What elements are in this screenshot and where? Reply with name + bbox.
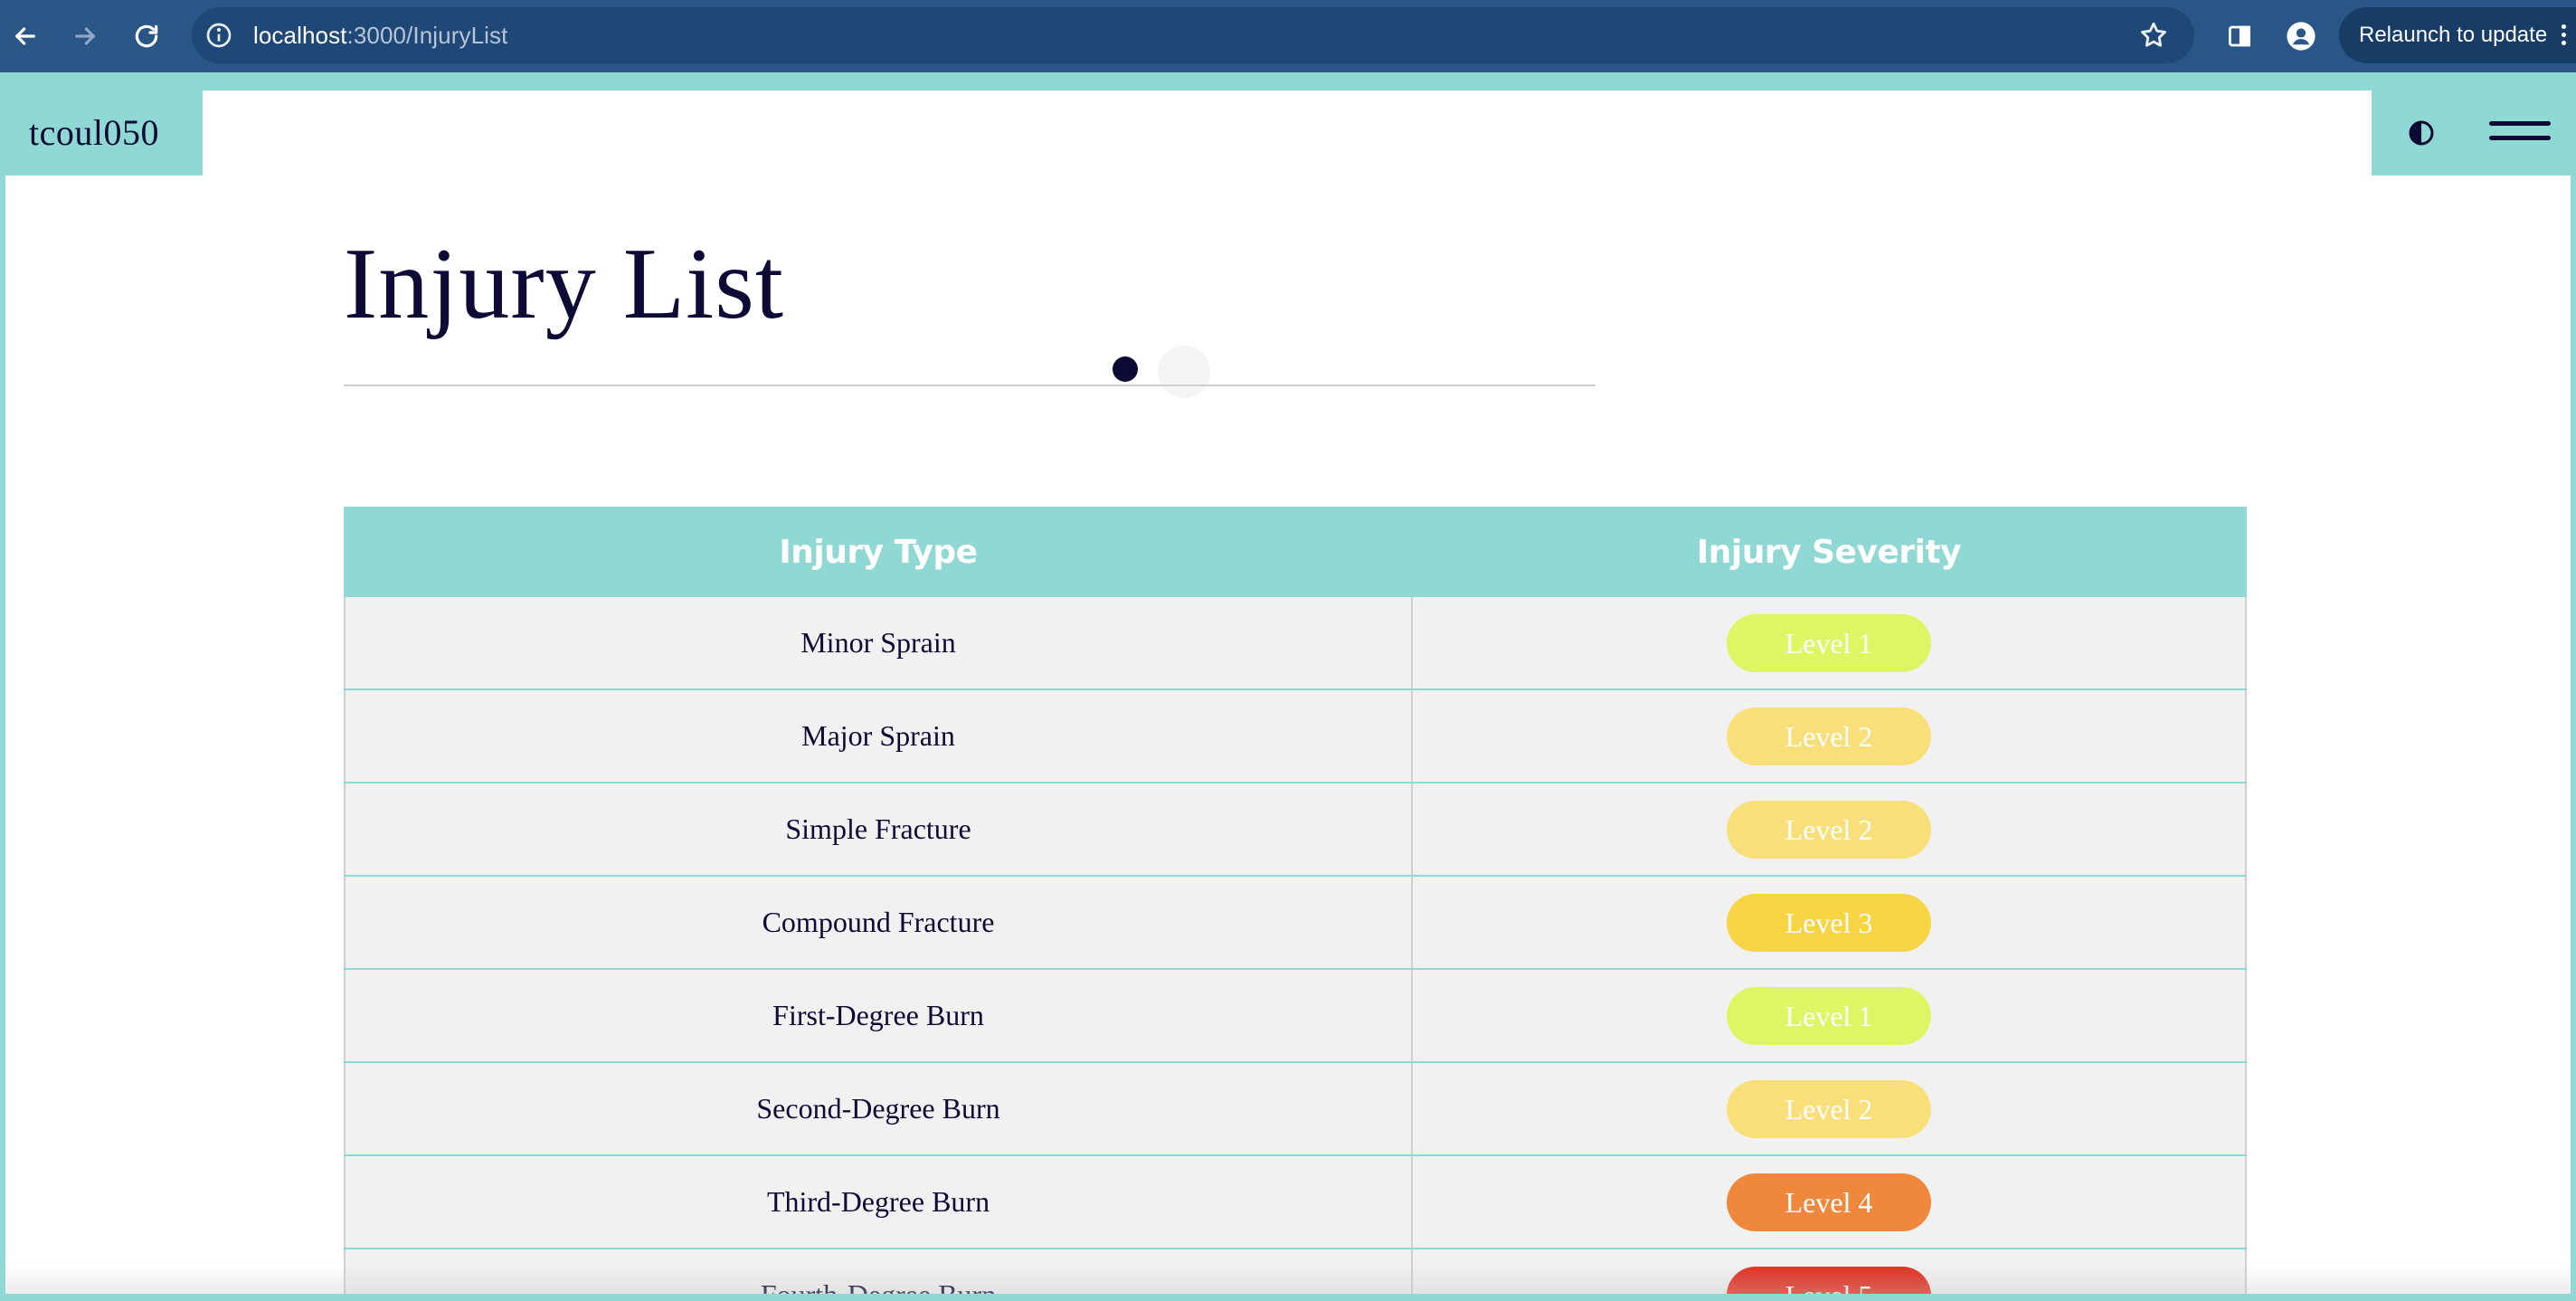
table-row[interactable]: Major Sprain Level 2: [344, 689, 2247, 783]
injury-severity-cell: Level 3: [1411, 876, 2247, 970]
header-controls: [2372, 90, 2571, 176]
hamburger-menu-icon[interactable]: [2489, 121, 2551, 145]
side-panel-icon[interactable]: [2220, 16, 2259, 56]
injury-type-cell: First-Degree Burn: [344, 969, 1413, 1063]
severity-badge: Level 4: [1727, 1173, 1931, 1231]
severity-badge: Level 2: [1727, 1079, 1931, 1138]
injury-type-cell: Second-Degree Burn: [344, 1062, 1413, 1156]
injury-severity-cell: Level 1: [1411, 969, 2247, 1063]
injury-type-cell: Minor Sprain: [344, 596, 1413, 690]
table-row[interactable]: First-Degree Burn Level 1: [344, 969, 2247, 1063]
url-path: :3000/InjuryList: [346, 22, 508, 49]
injury-severity-cell: Level 4: [1411, 1155, 2247, 1249]
table-row[interactable]: Simple Fracture Level 2: [344, 783, 2247, 877]
injury-type-cell: Simple Fracture: [344, 783, 1413, 877]
table-row[interactable]: Minor Sprain Level 1: [344, 596, 2247, 690]
table-header-row: Injury Type Injury Severity: [344, 507, 2247, 597]
injury-type-cell: Third-Degree Burn: [344, 1155, 1413, 1249]
back-icon[interactable]: [5, 16, 45, 56]
site-brand[interactable]: tcoul050: [5, 90, 203, 176]
site-info-icon[interactable]: [204, 21, 233, 50]
table-row[interactable]: Second-Degree Burn Level 2: [344, 1062, 2247, 1156]
title-divider: [344, 385, 1596, 386]
url-text: localhost:3000/InjuryList: [253, 7, 507, 63]
injury-table: Injury Type Injury Severity Minor Sprain…: [344, 507, 2247, 1294]
severity-badge: Level 2: [1727, 800, 1931, 859]
page-viewport: tcoul050 Injury List Injury Type Injury …: [5, 90, 2571, 1294]
column-header-injury-type[interactable]: Injury Type: [344, 507, 1413, 597]
column-header-injury-severity[interactable]: Injury Severity: [1411, 507, 2247, 597]
injury-severity-cell: Level 5: [1411, 1249, 2247, 1294]
injury-severity-cell: Level 2: [1411, 1062, 2247, 1156]
injury-severity-cell: Level 2: [1411, 783, 2247, 877]
address-bar[interactable]: localhost:3000/InjuryList: [192, 7, 2194, 63]
site-header: tcoul050: [5, 90, 2571, 176]
relaunch-button[interactable]: Relaunch to update: [2339, 7, 2576, 63]
reload-icon[interactable]: [127, 16, 166, 56]
table-row[interactable]: Fourth-Degree Burn Level 5: [344, 1249, 2247, 1294]
severity-badge: Level 3: [1727, 893, 1931, 952]
injury-type-cell: Compound Fracture: [344, 876, 1413, 970]
table-row[interactable]: Compound Fracture Level 3: [344, 876, 2247, 970]
forward-icon[interactable]: [65, 16, 105, 56]
injury-severity-cell: Level 1: [1411, 596, 2247, 690]
theme-toggle-icon[interactable]: [2408, 119, 2435, 147]
severity-badge: Level 1: [1727, 986, 1931, 1045]
page-title: Injury List: [344, 228, 784, 340]
more-menu-icon[interactable]: [2562, 24, 2567, 46]
table-row[interactable]: Third-Degree Burn Level 4: [344, 1155, 2247, 1249]
severity-badge: Level 1: [1727, 613, 1931, 672]
severity-badge: Level 2: [1727, 707, 1931, 765]
severity-badge: Level 5: [1727, 1266, 1931, 1294]
browser-toolbar: localhost:3000/InjuryList Relaunch to up…: [0, 0, 2576, 72]
injury-type-cell: Fourth-Degree Burn: [344, 1249, 1413, 1294]
carousel-dot-active[interactable]: [1113, 356, 1138, 382]
bookmark-star-icon[interactable]: [2138, 20, 2169, 51]
carousel-dot[interactable]: [1158, 346, 1210, 398]
relaunch-label: Relaunch to update: [2359, 23, 2548, 47]
url-host: localhost: [253, 22, 347, 49]
profile-icon[interactable]: [2281, 16, 2321, 56]
injury-severity-cell: Level 2: [1411, 689, 2247, 783]
injury-type-cell: Major Sprain: [344, 689, 1413, 783]
